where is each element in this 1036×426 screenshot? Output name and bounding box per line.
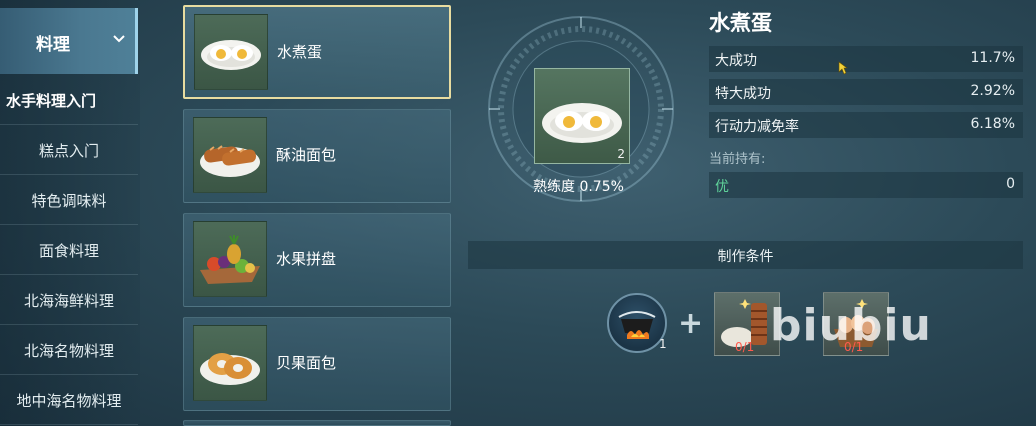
- sidebar-item-sailor-cooking-intro[interactable]: 水手料理入门: [0, 75, 138, 125]
- sidebar-item-mediterranean-specialty[interactable]: 地中海名物料理: [0, 375, 138, 425]
- bagel-icon: [193, 325, 267, 401]
- recipe-name: 贝果面包: [276, 354, 337, 372]
- sidebar-item-label: 北海海鲜料理: [23, 292, 114, 310]
- sidebar-item-label: 糕点入门: [38, 142, 99, 160]
- sidebar-item-label: 面食料理: [38, 242, 99, 260]
- sidebar-item-label: 特色调味料: [31, 192, 107, 210]
- recipe-card-butter-bread[interactable]: 酥油面包: [183, 109, 451, 203]
- sidebar-item-label: 北海名物料理: [23, 342, 114, 360]
- recipe-card-boiled-egg[interactable]: 水煮蛋: [183, 5, 451, 99]
- sidebar-item-label: 水手料理入门: [6, 92, 97, 110]
- recipe-card-fruit-platter[interactable]: 水果拼盘: [183, 213, 451, 307]
- crafting-conditions-title: 制作条件: [717, 249, 774, 265]
- mouse-cursor-icon: [838, 61, 848, 75]
- sidebar-item-pastry-intro[interactable]: 糕点入门: [0, 125, 138, 175]
- stat-row-action-reduction: 行动力减免率 6.18%: [709, 112, 1023, 138]
- butter-bread-icon: [193, 117, 267, 193]
- stat-value: 6.18%: [970, 116, 1015, 132]
- sidebar-item-special-seasoning[interactable]: 特色调味料: [0, 175, 138, 225]
- category-dropdown-label: 料理: [36, 35, 70, 55]
- sidebar-item-north-sea-seafood[interactable]: 北海海鲜料理: [0, 275, 138, 325]
- sidebar-item-north-sea-specialty[interactable]: 北海名物料理: [0, 325, 138, 375]
- sidebar-item-label: 地中海名物料理: [16, 392, 122, 410]
- stat-name: 特大成功: [715, 86, 771, 102]
- crafting-conditions-header: 制作条件: [468, 241, 1023, 269]
- selected-dish-icon: 2: [534, 68, 630, 164]
- stat-value: 11.7%: [970, 50, 1015, 66]
- stat-name: 大成功: [715, 53, 757, 69]
- stat-name: 行动力减免率: [715, 119, 799, 135]
- holding-grade: 优: [715, 179, 729, 195]
- category-dropdown[interactable]: 料理: [0, 8, 138, 74]
- tool-count: 1: [659, 337, 667, 351]
- stat-row-great-success: 大成功 11.7%: [709, 46, 1023, 72]
- stat-row-huge-success: 特大成功 2.92%: [709, 79, 1023, 105]
- boiled-egg-icon: [194, 14, 268, 90]
- recipe-name: 水煮蛋: [277, 43, 323, 61]
- holding-row: 优 0: [709, 172, 1023, 198]
- recipe-card-partial: [183, 420, 451, 426]
- recipe-card-bagel[interactable]: 贝果面包: [183, 317, 451, 411]
- fruit-platter-icon: [193, 221, 267, 297]
- recipe-name: 酥油面包: [276, 146, 337, 164]
- proficiency-label: 熟练度 0.75%: [533, 179, 624, 195]
- recipe-name: 水果拼盘: [276, 250, 337, 268]
- ingredient-count: 0/1: [735, 340, 755, 354]
- cooking-pot-icon[interactable]: [607, 293, 667, 353]
- sidebar-item-noodle-dishes[interactable]: 面食料理: [0, 225, 138, 275]
- item-count: 2: [617, 147, 625, 161]
- category-sidebar: 料理 水手料理入门 糕点入门 特色调味料 面食料理 北海海鲜料理 北海名物料理 …: [0, 0, 140, 426]
- chevron-down-icon: [113, 35, 125, 43]
- dish-title: 水煮蛋: [709, 11, 772, 35]
- stat-value: 2.92%: [970, 83, 1015, 99]
- watermark: biubiu: [770, 300, 932, 351]
- holding-value: 0: [1006, 176, 1015, 192]
- holding-label: 当前持有:: [709, 152, 766, 167]
- plus-icon: +: [678, 306, 704, 341]
